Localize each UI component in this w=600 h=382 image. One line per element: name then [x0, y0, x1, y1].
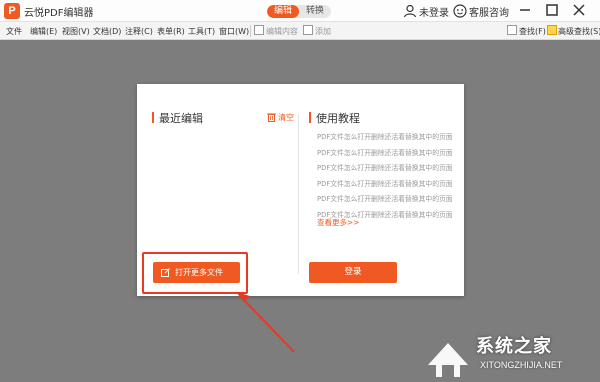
watermark-url: XITONGZHIJIA.NET: [480, 360, 563, 370]
watermark-title: 系统之家: [476, 336, 552, 357]
